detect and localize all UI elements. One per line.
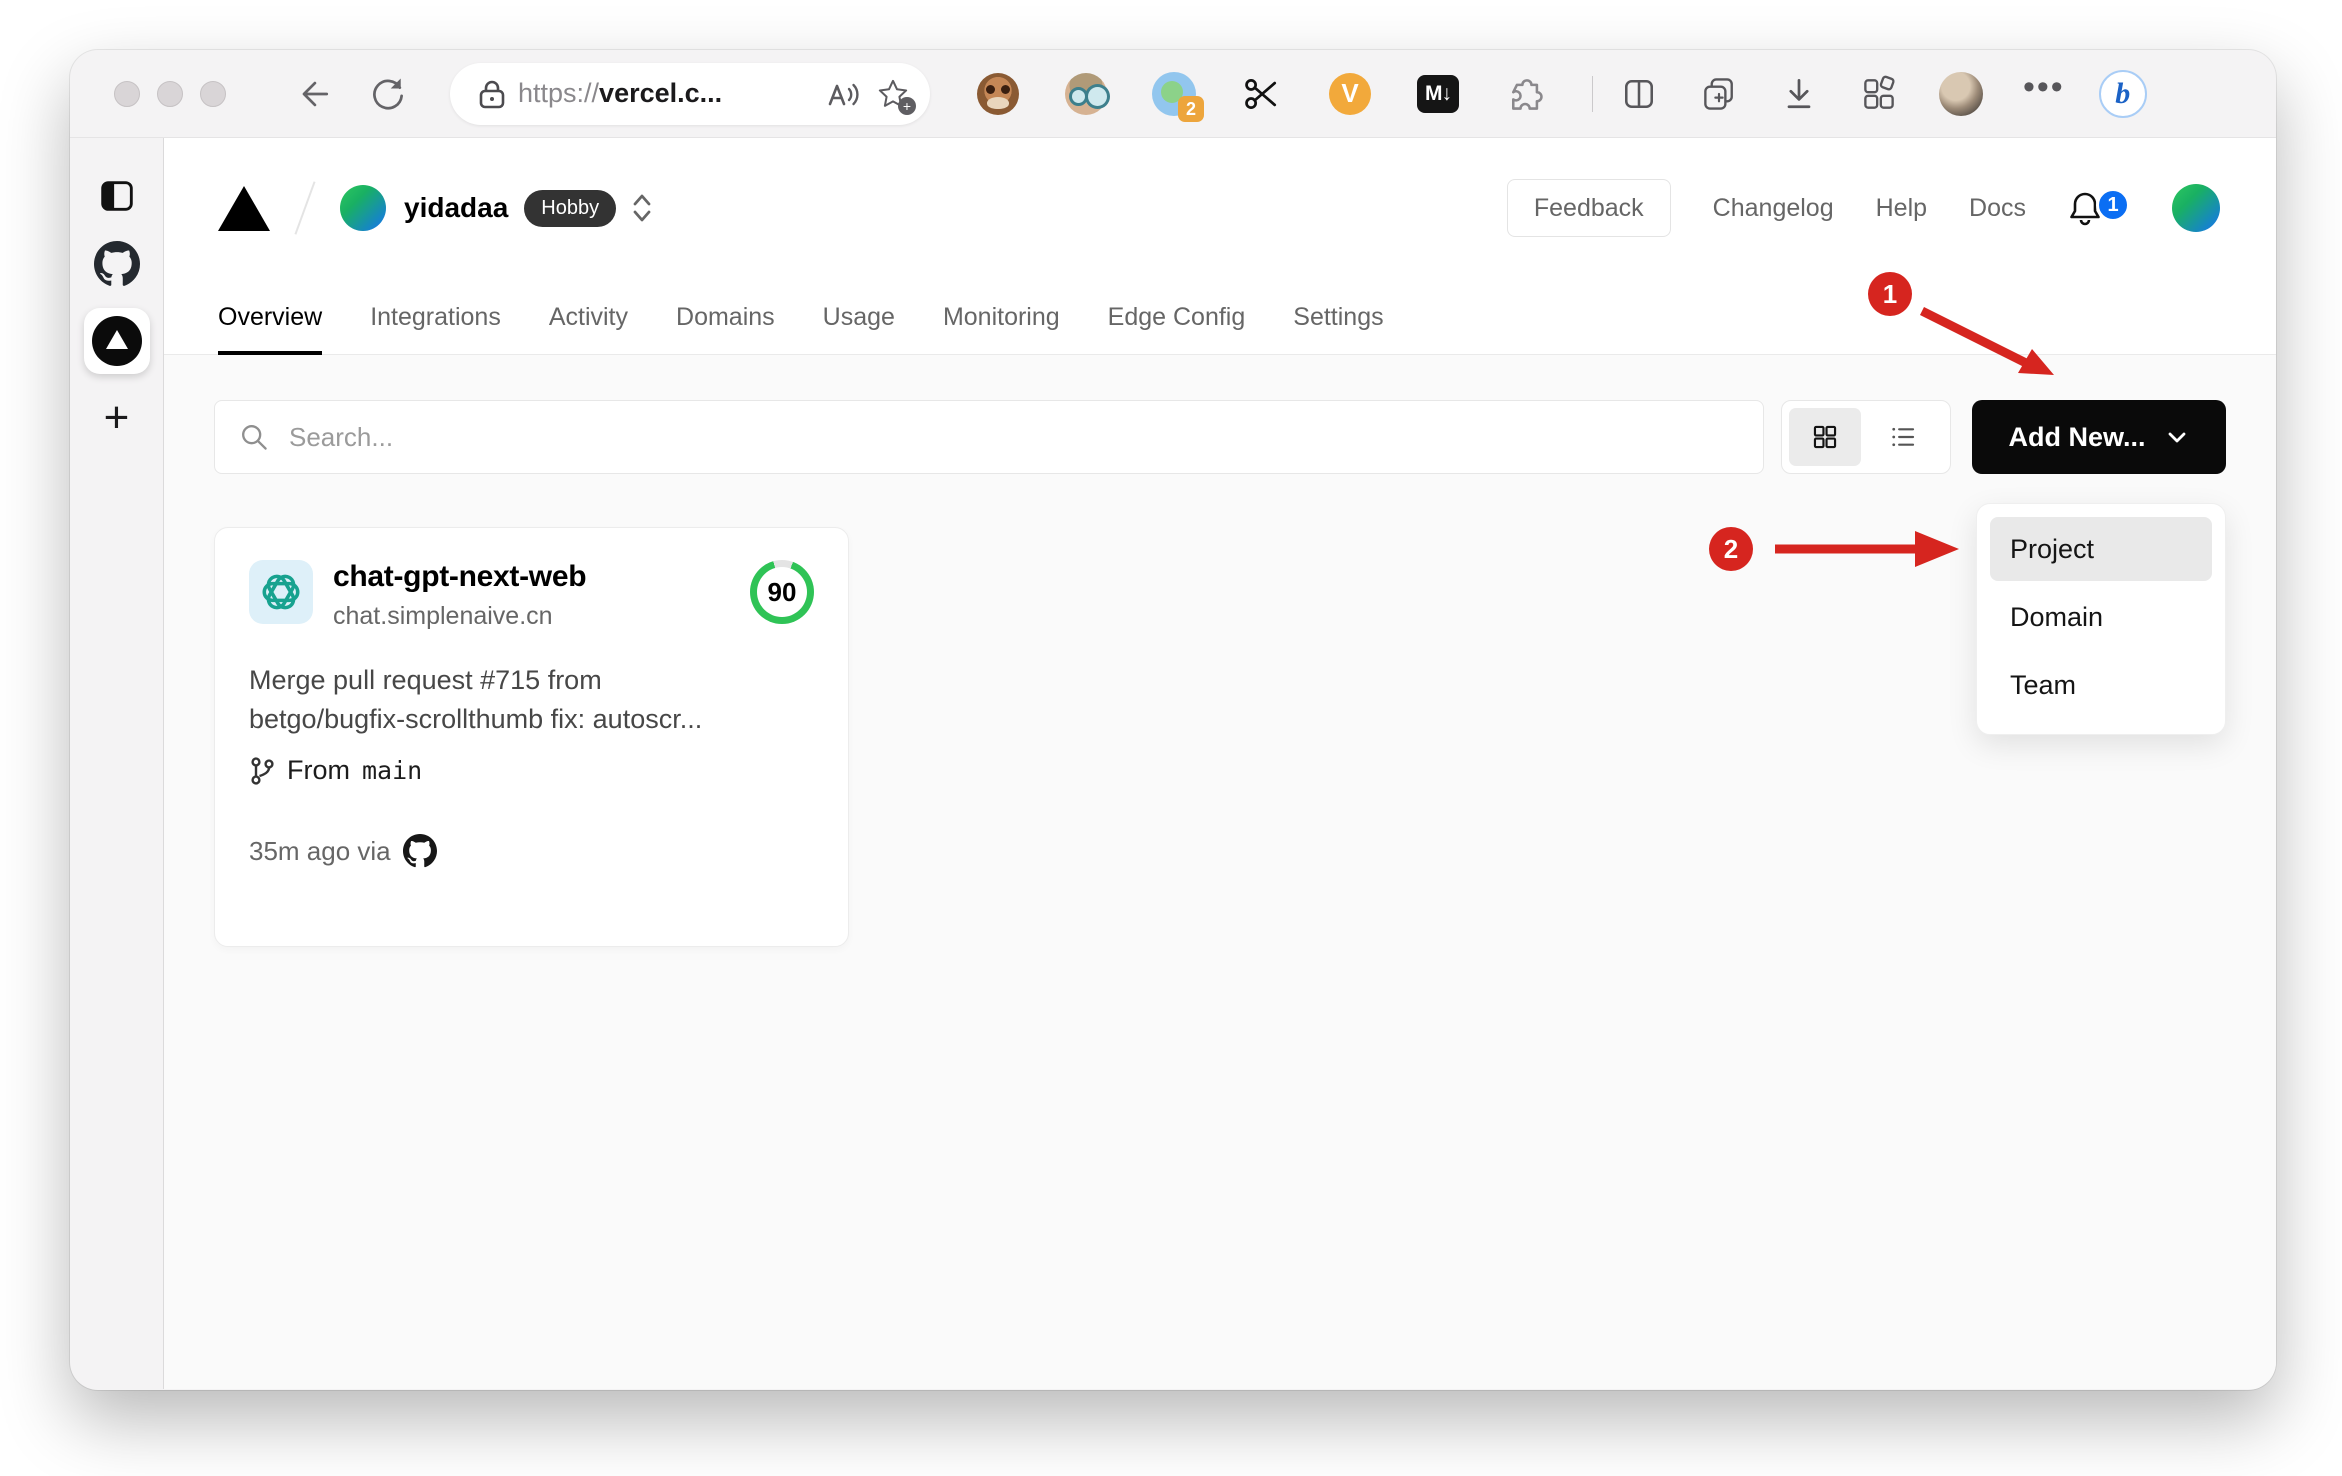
browser-toolbar: https://vercel.c... + 2 V M↓ ••• b <box>70 50 2276 138</box>
lock-icon <box>478 79 506 109</box>
address-bar[interactable]: https://vercel.c... + <box>450 62 930 125</box>
favorite-icon[interactable]: + <box>876 77 916 115</box>
team-name[interactable]: yidadaa <box>404 192 508 224</box>
bing-chat-icon[interactable]: b <box>2098 69 2147 118</box>
tab-domains[interactable]: Domains <box>676 303 775 354</box>
window-close-button[interactable] <box>114 80 140 107</box>
back-button[interactable] <box>292 72 336 116</box>
feedback-button[interactable]: Feedback <box>1506 179 1671 237</box>
branch-label: From <box>287 755 350 786</box>
url-host: vercel.c... <box>599 78 723 108</box>
search-box <box>214 400 1764 474</box>
avatar-extension-icon[interactable] <box>1064 72 1108 116</box>
add-new-dropdown: Project Domain Team <box>1976 503 2226 735</box>
tab-edge-config[interactable]: Edge Config <box>1108 303 1246 354</box>
scissors-extension-icon[interactable] <box>1240 72 1284 116</box>
changelog-link[interactable]: Changelog <box>1713 194 1834 223</box>
profile-avatar[interactable] <box>1939 71 1983 116</box>
refresh-button[interactable] <box>366 72 410 116</box>
git-branch-icon <box>251 757 274 785</box>
add-favorite-badge: + <box>898 96 916 115</box>
apps-launcher-icon[interactable] <box>1859 74 1899 114</box>
view-toggle <box>1781 400 1951 474</box>
vercel-logo[interactable] <box>218 185 270 231</box>
v-extension-icon[interactable]: V <box>1328 72 1372 116</box>
chevron-down-icon <box>2168 432 2185 443</box>
annotation-arrow-2 <box>1775 531 1959 567</box>
add-new-button[interactable]: Add New... <box>1972 400 2226 474</box>
tab-usage[interactable]: Usage <box>823 303 895 354</box>
github-icon <box>402 834 437 868</box>
plan-badge: Hobby <box>524 189 617 227</box>
new-tab-button[interactable]: + <box>93 394 141 442</box>
commit-message: Merge pull request #715 from betgo/bugfi… <box>249 665 703 735</box>
notification-count-badge: 1 <box>2096 188 2130 222</box>
branch-name: main <box>362 756 423 786</box>
browser-controls: ••• <box>1619 70 2065 116</box>
list-view-button[interactable] <box>1867 408 1939 466</box>
docs-link[interactable]: Docs <box>1969 194 2026 223</box>
vercel-dashboard: yidadaa Hobby Feedback Changelog Help Do… <box>164 138 2276 1389</box>
tab-activity[interactable]: Activity <box>549 303 628 354</box>
tab-monitoring[interactable]: Monitoring <box>943 303 1060 354</box>
team-avatar <box>340 185 386 231</box>
window-zoom-button[interactable] <box>200 80 226 107</box>
url-text: https://vercel.c... <box>518 78 826 109</box>
project-card[interactable]: chat-gpt-next-web chat.simplenaive.cn 90… <box>214 527 849 947</box>
scope-selector-icon[interactable] <box>630 192 654 224</box>
markdown-extension-icon[interactable]: M↓ <box>1416 72 1460 116</box>
traffic-lights <box>114 80 226 107</box>
translate-extension-icon[interactable]: 2 <box>1152 71 1204 122</box>
downloads-icon[interactable] <box>1779 74 1819 114</box>
breadcrumb-slash <box>294 181 316 235</box>
sidebar-toggle-icon[interactable] <box>93 172 141 220</box>
window-minimize-button[interactable] <box>157 80 183 107</box>
dropdown-item-domain[interactable]: Domain <box>1990 585 2212 649</box>
tampermonkey-extension-icon[interactable] <box>976 72 1020 116</box>
search-icon <box>237 420 271 454</box>
tab-settings[interactable]: Settings <box>1293 303 1383 354</box>
vercel-tab-icon <box>91 316 142 366</box>
branch-row: From main <box>249 755 814 786</box>
extension-badge: 2 <box>1178 95 1204 122</box>
openai-logo <box>249 560 313 624</box>
vercel-tab-active[interactable] <box>83 308 150 374</box>
annotation-arrow-1 <box>1919 306 2054 375</box>
lighthouse-score-badge: 90 <box>750 560 814 624</box>
split-screen-icon[interactable] <box>1619 74 1659 114</box>
notifications-button[interactable]: 1 <box>2068 188 2130 226</box>
project-name: chat-gpt-next-web <box>333 560 587 593</box>
extensions-row: 2 V M↓ <box>976 71 1548 122</box>
annotation-step-1-badge: 1 <box>1868 272 1912 316</box>
account-avatar[interactable] <box>2172 184 2220 232</box>
tab-overview[interactable]: Overview <box>218 303 323 355</box>
dropdown-item-team[interactable]: Team <box>1990 653 2212 717</box>
github-tab-icon[interactable] <box>93 240 141 288</box>
dropdown-item-project[interactable]: Project <box>1990 517 2212 581</box>
annotation-step-2-badge: 2 <box>1709 527 1753 571</box>
browser-window: https://vercel.c... + 2 V M↓ ••• b + yid… <box>70 50 2276 1390</box>
grid-view-button[interactable] <box>1789 408 1861 466</box>
edge-sidebar: + <box>70 138 164 1389</box>
extensions-puzzle-icon[interactable] <box>1504 72 1548 116</box>
read-aloud-icon[interactable] <box>826 78 860 110</box>
toolbar-divider <box>1592 75 1593 112</box>
help-link[interactable]: Help <box>1876 194 1927 223</box>
tab-integrations[interactable]: Integrations <box>370 303 501 354</box>
project-domain[interactable]: chat.simplenaive.cn <box>333 602 586 631</box>
more-menu-icon[interactable]: ••• <box>2023 70 2065 111</box>
url-scheme: https:// <box>518 78 600 108</box>
deployment-meta: 35m ago via <box>249 834 814 868</box>
add-new-label: Add New... <box>2008 421 2146 452</box>
collections-icon[interactable] <box>1699 74 1739 114</box>
search-input[interactable] <box>289 421 1741 453</box>
